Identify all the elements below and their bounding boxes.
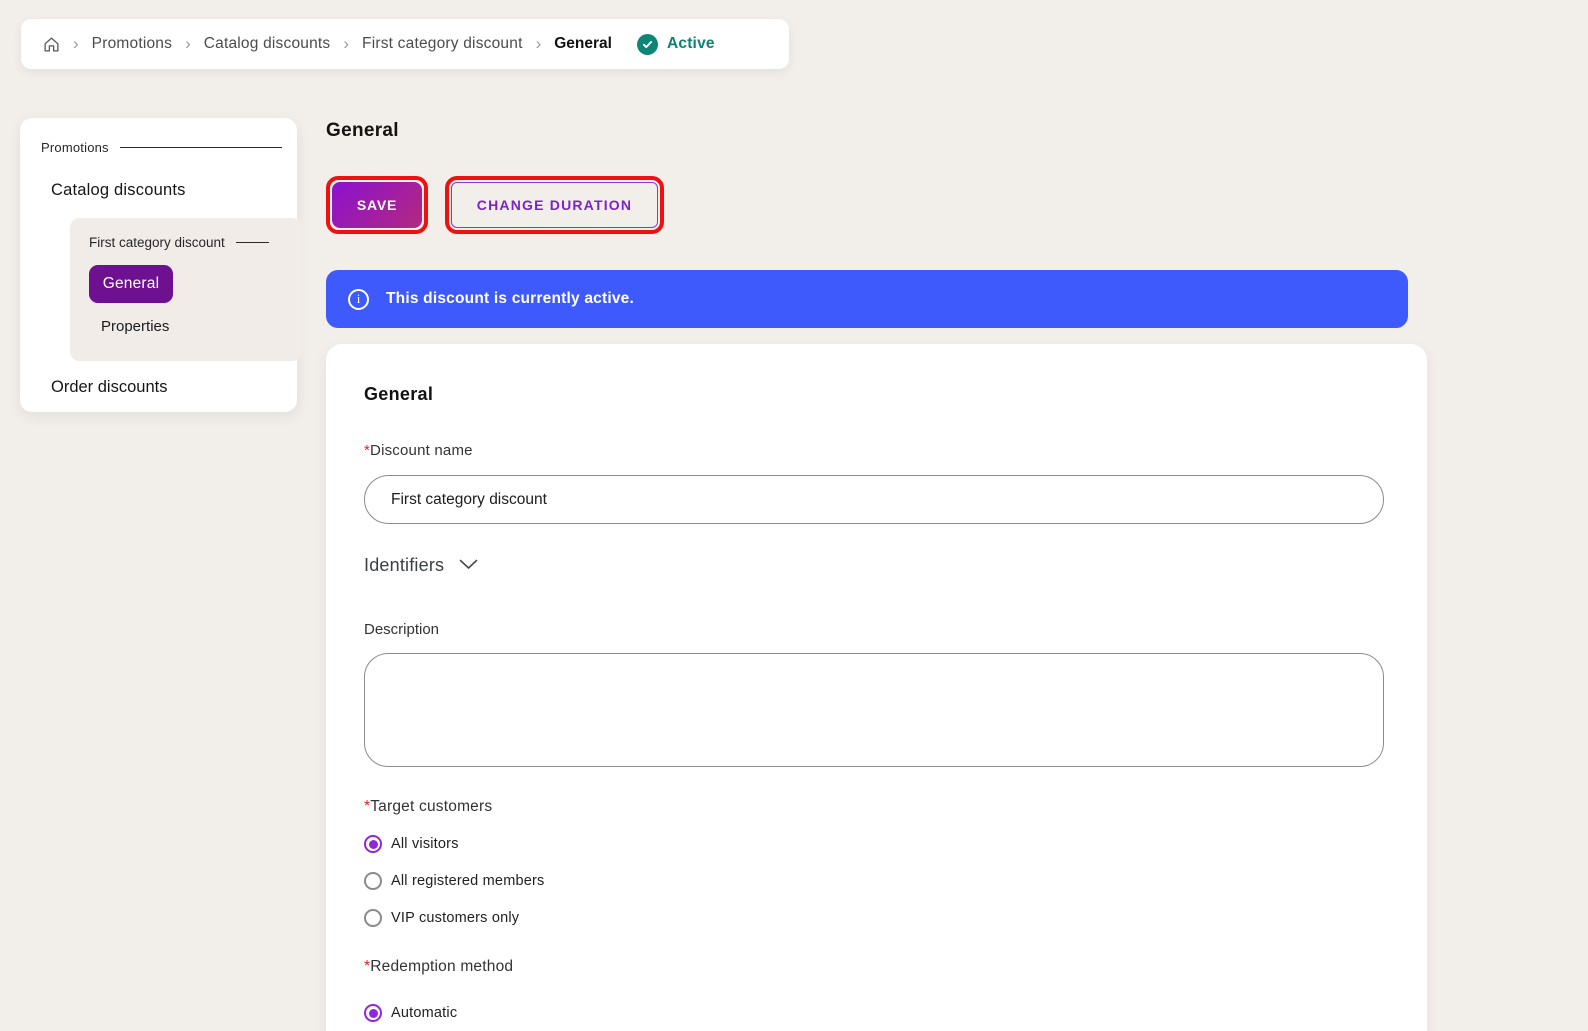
breadcrumb-item-promotions[interactable]: Promotions <box>92 35 172 53</box>
sidebar: Promotions Catalog discounts First categ… <box>20 118 302 412</box>
breadcrumb-item-first-category-discount[interactable]: First category discount <box>362 35 523 53</box>
sidebar-section-header: Promotions <box>41 140 282 155</box>
save-button-highlight: SAVE <box>326 176 428 234</box>
check-circle-icon <box>636 33 658 55</box>
radio-automatic[interactable]: Automatic <box>364 1004 457 1022</box>
page-title: General <box>326 120 399 141</box>
radio-label: All visitors <box>391 836 459 852</box>
breadcrumb-separator: › <box>73 33 79 53</box>
breadcrumb-separator: › <box>185 33 191 53</box>
toolbar: SAVE CHANGE DURATION <box>326 176 1426 234</box>
radio-unselected-icon <box>364 872 382 890</box>
identifiers-label: Identifiers <box>364 555 445 575</box>
identifiers-toggle[interactable]: Identifiers <box>364 555 478 576</box>
sidebar-item-properties[interactable]: Properties <box>101 318 286 335</box>
discount-name-input[interactable] <box>364 475 1384 524</box>
main-content: General SAVE CHANGE DURATION i This disc… <box>326 120 1427 1031</box>
breadcrumb-separator: › <box>343 33 350 53</box>
sidebar-item-general[interactable]: General <box>89 265 173 303</box>
radio-label: All registered members <box>391 873 545 889</box>
chevron-down-icon <box>459 557 478 575</box>
breadcrumb-item-general[interactable]: General <box>554 35 612 53</box>
breadcrumb: › Promotions › Catalog discounts › First… <box>21 19 789 69</box>
divider <box>119 147 282 148</box>
sidebar-discount-group: First category discount General Properti… <box>70 218 302 361</box>
discount-name-label: *Discount name <box>364 442 473 459</box>
description-label: Description <box>364 621 440 638</box>
page: › Promotions › Catalog discounts › First… <box>0 0 1588 1031</box>
radio-all-registered-members[interactable]: All registered members <box>364 872 544 890</box>
form-section-title: General <box>364 384 434 404</box>
status-badge: Active <box>636 33 715 55</box>
status-label: Active <box>666 35 715 52</box>
radio-unselected-icon <box>364 909 382 927</box>
radio-label: Automatic <box>391 1005 458 1021</box>
active-info-banner: i This discount is currently active. <box>326 270 1408 328</box>
home-icon[interactable] <box>43 36 60 53</box>
radio-all-visitors[interactable]: All visitors <box>364 835 459 853</box>
radio-selected-icon <box>364 1004 382 1022</box>
divider <box>235 242 269 243</box>
sidebar-discount-title: First category discount <box>89 235 225 250</box>
general-form-card: General *Discount name Identifiers Descr… <box>326 344 1427 1031</box>
radio-selected-icon <box>364 835 382 853</box>
banner-text: This discount is currently active. <box>386 290 634 307</box>
redemption-method-label: *Redemption method <box>364 958 514 975</box>
description-textarea[interactable] <box>364 653 1384 767</box>
save-button[interactable]: SAVE <box>332 182 422 228</box>
target-customers-label: *Target customers <box>364 798 493 815</box>
info-icon: i <box>348 288 369 310</box>
change-duration-button[interactable]: CHANGE DURATION <box>451 182 658 228</box>
sidebar-discount-header: First category discount <box>89 235 286 250</box>
radio-vip-customers-only[interactable]: VIP customers only <box>364 909 519 927</box>
sidebar-item-catalog-discounts[interactable]: Catalog discounts <box>51 181 282 200</box>
radio-label: VIP customers only <box>391 910 520 926</box>
sidebar-item-order-discounts[interactable]: Order discounts <box>51 378 282 397</box>
sidebar-section-label: Promotions <box>41 140 109 155</box>
breadcrumb-item-catalog-discounts[interactable]: Catalog discounts <box>204 35 331 53</box>
breadcrumb-separator: › <box>535 33 542 53</box>
change-duration-button-highlight: CHANGE DURATION <box>445 176 664 234</box>
